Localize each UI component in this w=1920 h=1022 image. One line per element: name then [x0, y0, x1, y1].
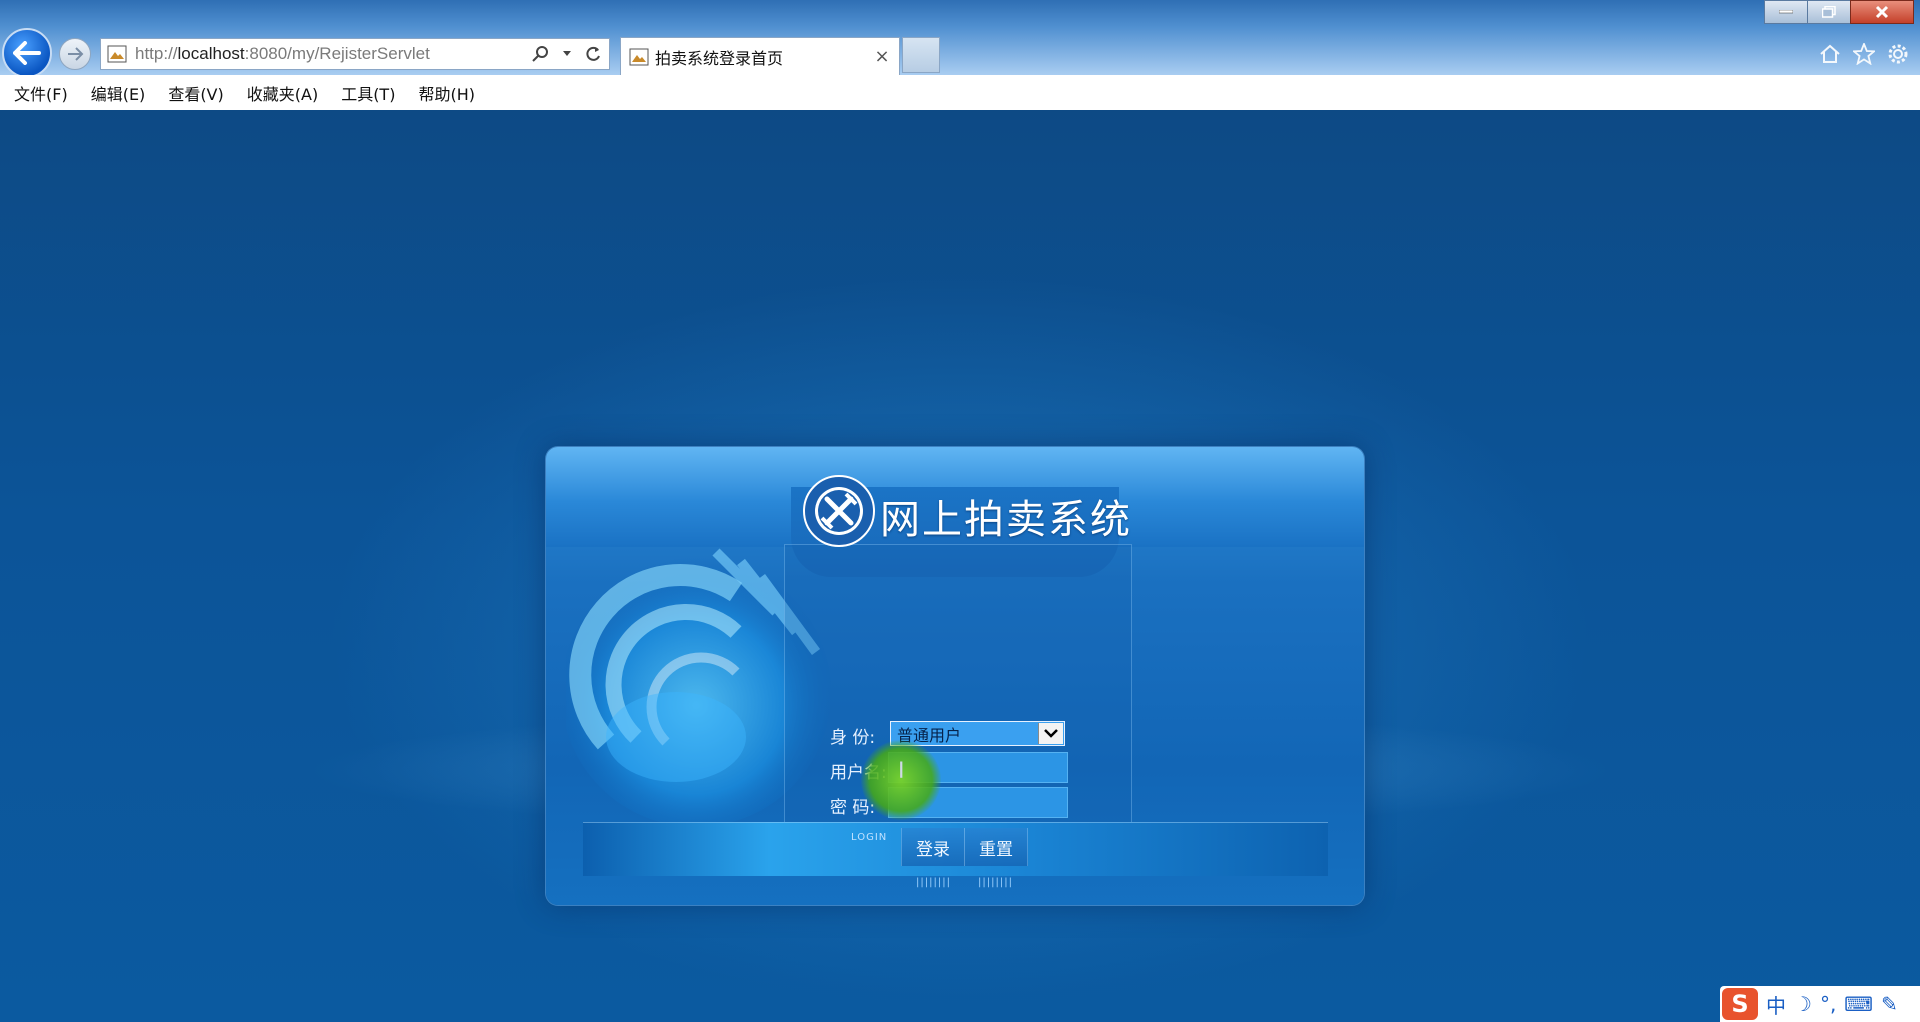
- text-cursor-icon: Ι: [898, 759, 905, 784]
- refresh-icon[interactable]: [583, 44, 603, 64]
- menu-file[interactable]: 文件(F): [14, 81, 68, 105]
- reset-button-ticks: ||||||||: [978, 877, 1013, 888]
- university-seal-logo: [803, 475, 875, 547]
- browser-chrome: http://localhost:8080/my/RejisterServlet…: [0, 0, 1920, 78]
- address-url[interactable]: http://localhost:8080/my/RejisterServlet: [135, 44, 531, 64]
- half-width-moon-icon[interactable]: ☽: [1794, 992, 1812, 1016]
- menu-view[interactable]: 查看(V): [168, 81, 223, 105]
- menu-bar: 文件(F) 编辑(E) 查看(V) 收藏夹(A) 工具(T) 帮助(H): [0, 75, 1920, 111]
- punctuation-icon[interactable]: °,: [1820, 992, 1836, 1016]
- ime-toolbar: S 中 ☽ °, ⌨ ✎: [1720, 986, 1920, 1022]
- new-tab-button[interactable]: [902, 37, 940, 73]
- settings-gear-icon[interactable]: [1884, 40, 1912, 68]
- identity-label: 身 份:: [830, 728, 876, 748]
- back-arrow-icon: [13, 41, 41, 65]
- restore-icon[interactable]: [1807, 0, 1851, 24]
- home-icon[interactable]: [1816, 40, 1844, 68]
- menu-help[interactable]: 帮助(H): [418, 81, 475, 105]
- tab-close-icon[interactable]: ×: [871, 46, 893, 67]
- dropdown-arrow-icon[interactable]: [557, 44, 577, 64]
- browser-toolbar: [1810, 40, 1912, 68]
- ime-tools-icon[interactable]: ✎: [1881, 992, 1898, 1016]
- login-button[interactable]: 登录: [901, 828, 965, 866]
- menu-edit[interactable]: 编辑(E): [91, 81, 146, 105]
- address-bar[interactable]: http://localhost:8080/my/RejisterServlet: [100, 38, 610, 70]
- page-icon: [107, 45, 127, 63]
- tab-title: 拍卖系统登录首页: [655, 48, 784, 68]
- minimize-icon[interactable]: [1764, 0, 1808, 24]
- tab-login-page[interactable]: 拍卖系统登录首页 ×: [620, 37, 900, 75]
- menu-favorites[interactable]: 收藏夹(A): [247, 81, 318, 105]
- identity-selected-value: 普通用户: [897, 725, 962, 745]
- login-panel: 网上拍卖系统 身 份: 普通用户 用户名: 密 码: Ι LOGIN 登录 重置…: [546, 447, 1364, 905]
- keyboard-icon[interactable]: ⌨: [1844, 992, 1873, 1016]
- forward-button[interactable]: [59, 38, 91, 70]
- chevron-down-icon[interactable]: [1038, 723, 1063, 744]
- search-icon[interactable]: [531, 44, 551, 64]
- reset-button[interactable]: 重置: [964, 828, 1028, 866]
- page-content: 网上拍卖系统 身 份: 普通用户 用户名: 密 码: Ι LOGIN 登录 重置…: [0, 110, 1920, 1022]
- sogou-ime-icon[interactable]: S: [1722, 988, 1758, 1020]
- favorites-star-icon[interactable]: [1850, 40, 1878, 68]
- ime-mode-chinese[interactable]: 中: [1766, 990, 1786, 1019]
- system-title: 网上拍卖系统: [880, 497, 1132, 543]
- forward-arrow-icon: [68, 47, 84, 61]
- back-button[interactable]: [2, 28, 52, 78]
- login-button-ticks: ||||||||: [916, 877, 951, 888]
- login-caption: LOGIN: [851, 832, 888, 843]
- window-controls: [1764, 0, 1914, 24]
- close-window-icon[interactable]: [1850, 0, 1914, 24]
- page-icon: [629, 48, 649, 65]
- menu-tools[interactable]: 工具(T): [341, 81, 395, 105]
